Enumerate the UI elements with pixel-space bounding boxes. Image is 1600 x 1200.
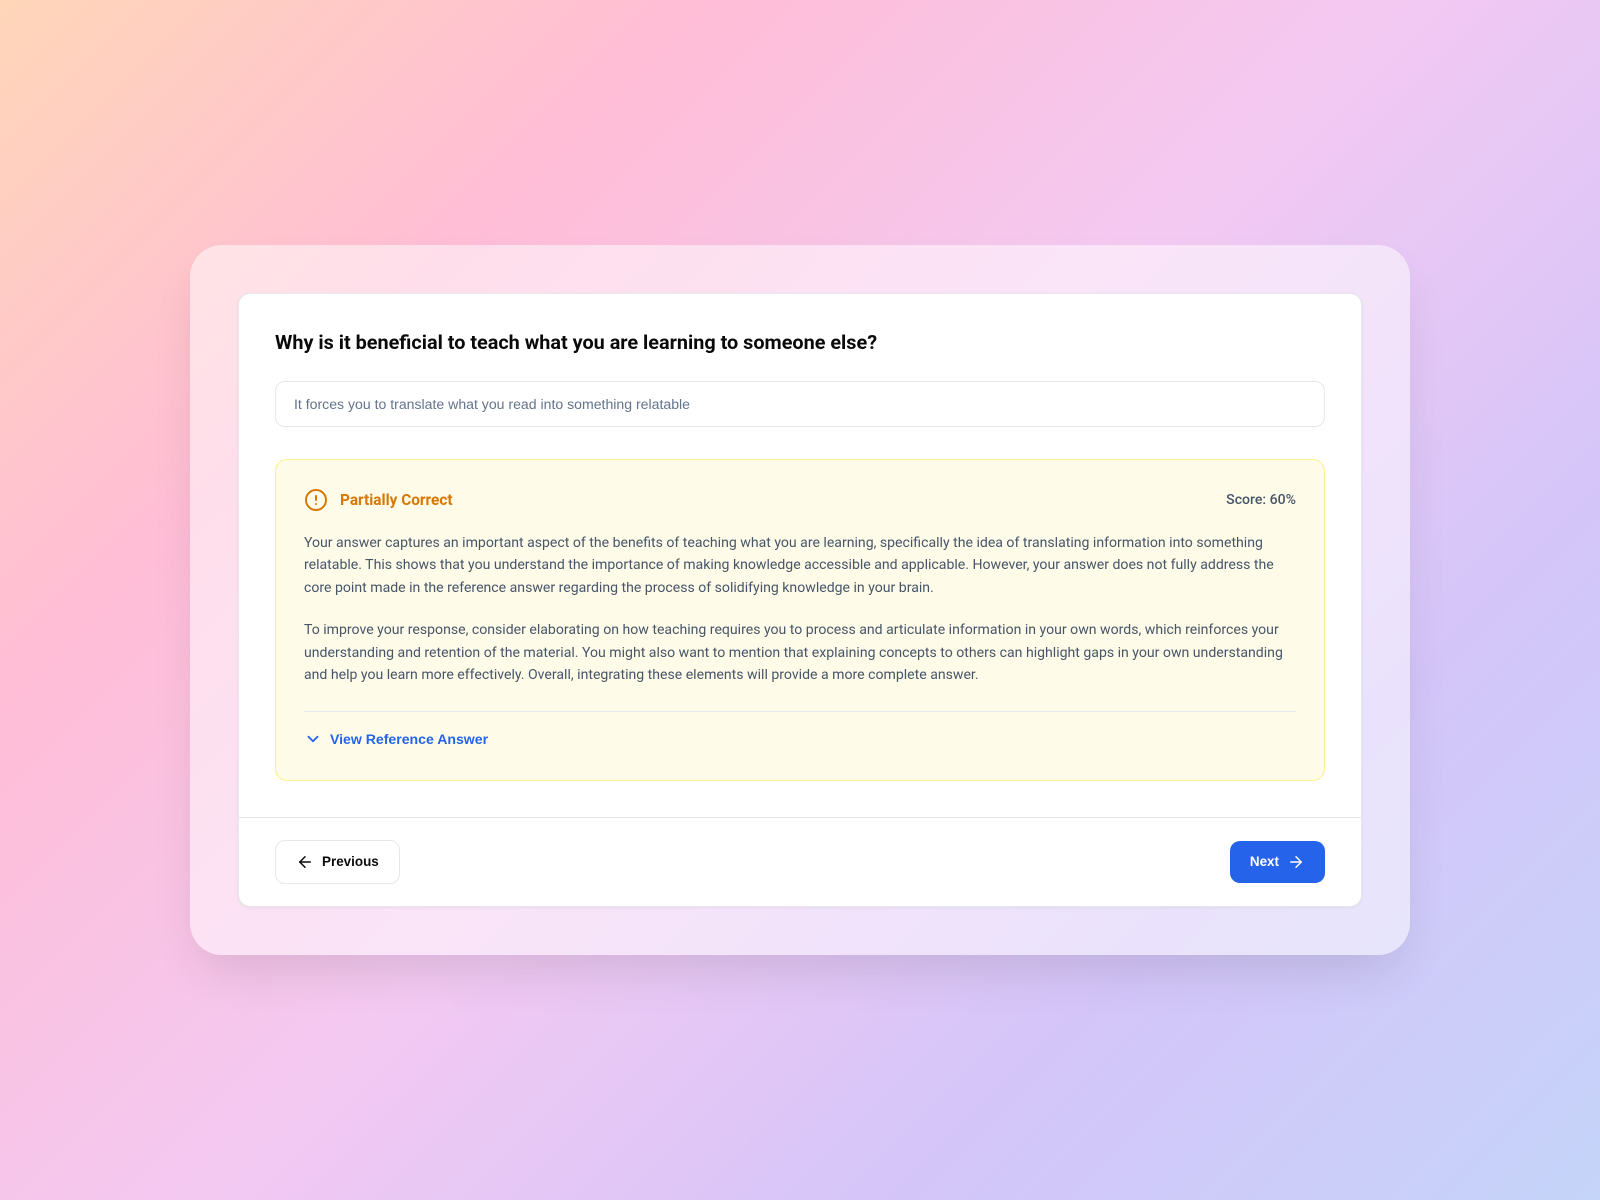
feedback-paragraph: To improve your response, consider elabo… <box>304 619 1296 687</box>
feedback-status-title: Partially Correct <box>340 491 453 509</box>
feedback-paragraph: Your answer captures an important aspect… <box>304 532 1296 600</box>
quiz-card: Why is it beneficial to teach what you a… <box>238 293 1362 907</box>
question-title: Why is it beneficial to teach what you a… <box>275 330 1325 357</box>
answer-input[interactable] <box>275 381 1325 427</box>
next-button-label: Next <box>1250 854 1279 869</box>
previous-button-label: Previous <box>322 854 379 869</box>
previous-button[interactable]: Previous <box>275 840 400 884</box>
divider <box>304 711 1296 712</box>
quiz-container: Why is it beneficial to teach what you a… <box>190 245 1410 955</box>
reference-link-label: View Reference Answer <box>330 731 488 747</box>
view-reference-button[interactable]: View Reference Answer <box>304 730 488 748</box>
arrow-right-icon <box>1287 853 1305 871</box>
feedback-header: Partially Correct Score: 60% <box>304 488 1296 512</box>
card-footer: Previous Next <box>239 817 1361 906</box>
score-text: Score: 60% <box>1226 492 1296 508</box>
chevron-down-icon <box>304 730 322 748</box>
next-button[interactable]: Next <box>1230 841 1325 883</box>
alert-circle-icon <box>304 488 328 512</box>
feedback-header-left: Partially Correct <box>304 488 453 512</box>
arrow-left-icon <box>296 853 314 871</box>
feedback-box: Partially Correct Score: 60% Your answer… <box>275 459 1325 781</box>
quiz-content: Why is it beneficial to teach what you a… <box>239 294 1361 817</box>
